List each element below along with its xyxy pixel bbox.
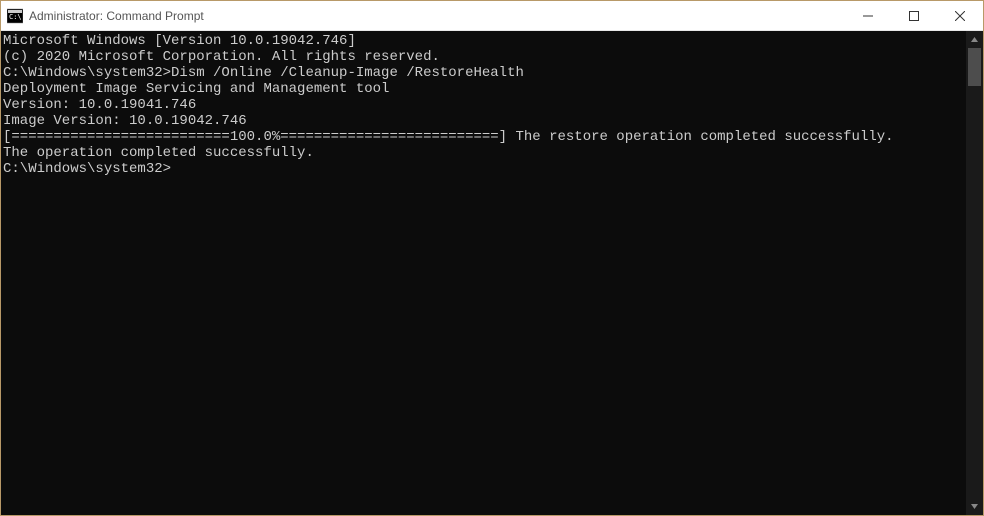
scroll-up-arrow-icon[interactable] — [966, 31, 983, 48]
window-title: Administrator: Command Prompt — [29, 9, 845, 23]
scroll-thumb[interactable] — [968, 48, 981, 86]
console-line: Deployment Image Servicing and Managemen… — [3, 81, 966, 97]
console-line: [==========================100.0%=======… — [3, 129, 966, 145]
console-line: (c) 2020 Microsoft Corporation. All righ… — [3, 49, 966, 65]
console-output[interactable]: Microsoft Windows [Version 10.0.19042.74… — [1, 31, 966, 515]
titlebar[interactable]: C:\ Administrator: Command Prompt — [1, 1, 983, 31]
console-prompt-line: C:\Windows\system32> — [3, 161, 966, 177]
svg-text:C:\: C:\ — [9, 13, 22, 21]
console-line: Image Version: 10.0.19042.746 — [3, 113, 966, 129]
vertical-scrollbar[interactable] — [966, 31, 983, 515]
close-button[interactable] — [937, 1, 983, 30]
console-area: Microsoft Windows [Version 10.0.19042.74… — [1, 31, 983, 515]
minimize-button[interactable] — [845, 1, 891, 30]
cmd-icon: C:\ — [7, 8, 23, 24]
scroll-down-arrow-icon[interactable] — [966, 498, 983, 515]
console-line: Version: 10.0.19041.746 — [3, 97, 966, 113]
cursor — [171, 163, 179, 177]
console-line: Microsoft Windows [Version 10.0.19042.74… — [3, 33, 966, 49]
console-line: The operation completed successfully. — [3, 145, 966, 161]
cmd-window: C:\ Administrator: Command Prompt Micros… — [0, 0, 984, 516]
prompt-prefix: C:\Windows\system32> — [3, 161, 171, 177]
maximize-button[interactable] — [891, 1, 937, 30]
window-controls — [845, 1, 983, 30]
console-line: C:\Windows\system32>Dism /Online /Cleanu… — [3, 65, 966, 81]
